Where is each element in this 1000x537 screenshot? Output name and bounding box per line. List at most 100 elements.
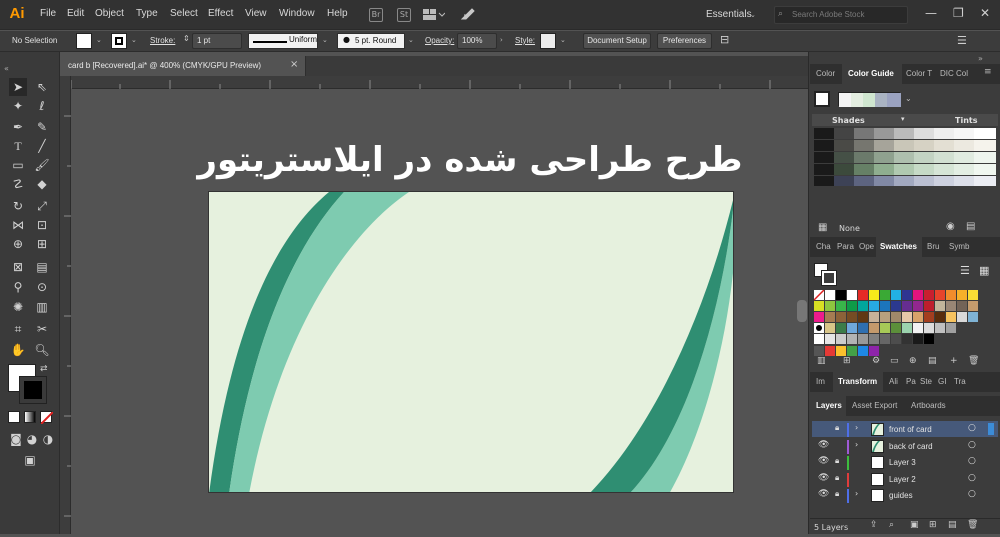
- preferences-button[interactable]: Preferences: [657, 33, 712, 49]
- visibility-eye-icon[interactable]: 👁︎: [818, 473, 829, 483]
- tab-transform[interactable]: Transform: [838, 377, 877, 386]
- minimize-button[interactable]: —: [925, 6, 937, 20]
- tab-pathfinder[interactable]: Pa: [906, 377, 916, 386]
- tab-character[interactable]: Cha: [816, 242, 831, 251]
- direct-selection-tool-icon[interactable]: ⇖: [33, 78, 51, 96]
- curvature-tool-icon[interactable]: ✎: [33, 118, 51, 136]
- visibility-eye-icon[interactable]: 👁︎: [818, 456, 829, 466]
- fill-color-box[interactable]: [76, 33, 92, 49]
- shape-builder-tool-icon[interactable]: ⊕: [9, 235, 27, 253]
- menu-effect[interactable]: Effect: [208, 8, 233, 19]
- expand-layer-icon[interactable]: ›: [855, 489, 858, 498]
- target-circle-icon[interactable]: ○: [968, 456, 976, 466]
- graphic-style-box[interactable]: [540, 33, 556, 49]
- grid-view-icon[interactable]: ▦: [979, 264, 989, 277]
- graph-tool-icon[interactable]: ▥: [33, 298, 51, 316]
- save-color-group-icon[interactable]: ▤: [966, 221, 975, 232]
- add-swatch-icon[interactable]: +: [950, 356, 958, 366]
- menu-select[interactable]: Select: [170, 8, 198, 19]
- lock-icon[interactable]: 🔒︎: [835, 473, 839, 483]
- edit-colors-icon[interactable]: ◉: [946, 221, 955, 232]
- vertical-scrollbar-thumb[interactable]: [797, 300, 807, 322]
- mesh-tool-icon[interactable]: ⊠: [9, 258, 27, 276]
- close-tab-icon[interactable]: ×: [290, 59, 298, 70]
- new-layer-icon[interactable]: ▤: [948, 520, 957, 530]
- gradient-mode-icon[interactable]: [24, 411, 36, 423]
- stroke-dropdown-icon[interactable]: ⌄: [131, 36, 137, 44]
- swatch-library-icon[interactable]: ▦: [818, 222, 827, 233]
- target-circle-icon[interactable]: ○: [968, 473, 976, 483]
- magic-wand-tool-icon[interactable]: ✦: [9, 97, 27, 115]
- show-swatch-kinds-icon[interactable]: ⊞: [843, 356, 851, 366]
- menu-view[interactable]: View: [245, 8, 267, 19]
- folder-icon[interactable]: ▤: [928, 356, 937, 366]
- tab-transparency[interactable]: Tra: [954, 377, 966, 386]
- brush-dropdown-icon[interactable]: ⌄: [408, 36, 414, 44]
- profile-dropdown-icon[interactable]: ⌄: [322, 36, 328, 44]
- opacity-dropdown-icon[interactable]: ›: [500, 36, 503, 44]
- layer-name[interactable]: guides: [889, 491, 913, 500]
- tab-color[interactable]: Color: [816, 69, 835, 78]
- tab-layers[interactable]: Layers: [816, 401, 842, 410]
- brush-definition[interactable]: ● 5 pt. Round: [337, 33, 405, 49]
- rotate-tool-icon[interactable]: ↻: [9, 197, 27, 215]
- swatches-grid[interactable]: [813, 289, 982, 356]
- workspace-switcher[interactable]: Essentials: [706, 9, 752, 20]
- screen-mode-icon[interactable]: ▣: [21, 451, 39, 469]
- shaper-tool-icon[interactable]: ☡: [9, 175, 27, 193]
- opacity-field[interactable]: 100%: [457, 33, 497, 49]
- tab-swatches[interactable]: Swatches: [880, 242, 917, 251]
- swatch-libraries-icon[interactable]: ▥: [817, 356, 826, 366]
- new-swatch-icon[interactable]: ⊕: [909, 356, 917, 366]
- new-color-group-icon[interactable]: ▭: [890, 356, 899, 366]
- base-color-swatch[interactable]: [814, 91, 830, 107]
- horizontal-ruler[interactable]: [60, 76, 808, 89]
- artboard-business-card[interactable]: [208, 191, 734, 493]
- menu-type[interactable]: Type: [136, 8, 158, 19]
- swatch-options-icon[interactable]: ⚙: [872, 356, 880, 366]
- expand-layer-icon[interactable]: ›: [855, 440, 858, 449]
- style-dropdown-icon[interactable]: ⌄: [560, 36, 566, 44]
- lock-icon[interactable]: 🔒︎: [835, 423, 839, 433]
- eyedropper-tool-icon[interactable]: ⚲: [9, 278, 27, 296]
- eraser-tool-icon[interactable]: ◆: [33, 175, 51, 193]
- symbol-sprayer-tool-icon[interactable]: ✺: [9, 298, 27, 316]
- visibility-eye-icon[interactable]: 👁︎: [818, 440, 829, 450]
- list-view-icon[interactable]: ☰: [960, 264, 970, 277]
- stroke-color-box[interactable]: [111, 33, 127, 49]
- type-tool-icon[interactable]: T: [9, 137, 27, 155]
- width-tool-icon[interactable]: ⋈: [9, 216, 27, 234]
- target-circle-icon[interactable]: ○: [968, 440, 976, 450]
- gradient-tool-icon[interactable]: ▤: [33, 258, 51, 276]
- tab-symbols[interactable]: Symb: [949, 242, 969, 251]
- tab-image-trace[interactable]: Im: [816, 377, 825, 386]
- fill-dropdown-icon[interactable]: ⌄: [96, 36, 102, 44]
- line-tool-icon[interactable]: ╱: [33, 137, 51, 155]
- bridge-icon[interactable]: Br: [369, 8, 383, 22]
- scale-tool-icon[interactable]: ⤢: [33, 197, 51, 215]
- rectangle-tool-icon[interactable]: ▭: [9, 156, 27, 174]
- collapse-panels-icon[interactable]: »: [978, 54, 983, 63]
- layer-name[interactable]: front of card: [889, 425, 932, 434]
- align-icon[interactable]: ⊟: [720, 33, 729, 46]
- target-circle-icon[interactable]: ○: [968, 423, 976, 433]
- lock-icon[interactable]: 🔒︎: [835, 456, 839, 466]
- document-setup-button[interactable]: Document Setup: [583, 33, 651, 49]
- close-window-button[interactable]: ✕: [980, 6, 990, 20]
- harmony-dropdown-icon[interactable]: ⌄: [905, 94, 912, 103]
- arrange-documents-icon[interactable]: [423, 8, 446, 21]
- layer-name[interactable]: Layer 2: [889, 475, 916, 484]
- lock-icon[interactable]: 🔒︎: [835, 489, 839, 499]
- tab-opentype[interactable]: Ope: [859, 242, 874, 251]
- restore-button[interactable]: ❐: [953, 6, 964, 20]
- tab-stroke[interactable]: Ste: [920, 377, 932, 386]
- pen-tool-icon[interactable]: ✒: [9, 118, 27, 136]
- tab-paragraph[interactable]: Para: [837, 242, 854, 251]
- paintbrush-tool-icon[interactable]: 🖌: [33, 156, 51, 174]
- swap-fill-stroke-icon[interactable]: ⇄: [40, 364, 48, 374]
- target-circle-icon[interactable]: ○: [968, 489, 976, 499]
- menu-help[interactable]: Help: [327, 8, 348, 19]
- locate-object-icon[interactable]: ⌕: [889, 520, 894, 530]
- collapse-toolbar-icon[interactable]: «: [4, 64, 9, 73]
- tab-artboards[interactable]: Artboards: [911, 401, 946, 410]
